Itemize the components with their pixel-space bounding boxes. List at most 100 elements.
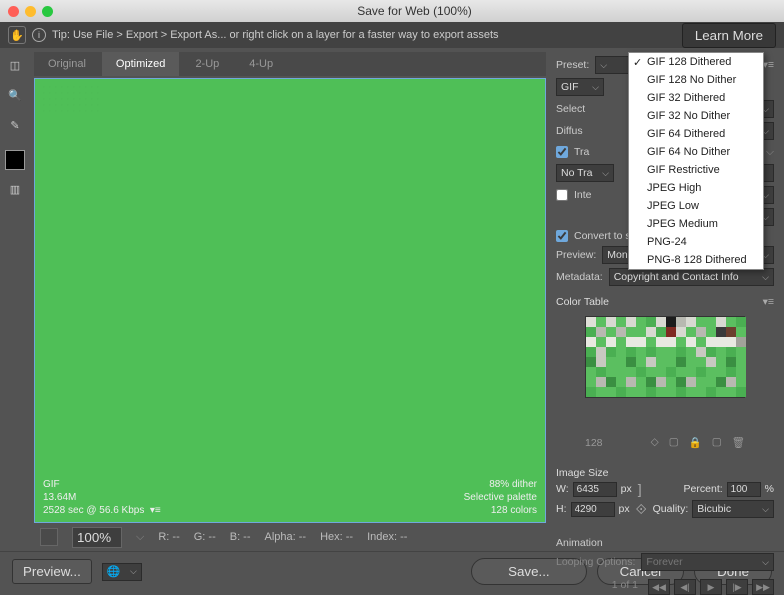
- color-swatch[interactable]: [696, 327, 706, 337]
- height-input[interactable]: [571, 502, 615, 517]
- preset-option[interactable]: GIF 32 Dithered: [629, 89, 763, 107]
- color-swatch[interactable]: [646, 377, 656, 387]
- color-swatch[interactable]: [616, 357, 626, 367]
- color-swatch[interactable]: [706, 327, 716, 337]
- ct-shift-icon[interactable]: ▢: [669, 436, 679, 449]
- color-swatch[interactable]: [706, 347, 716, 357]
- color-swatch[interactable]: [736, 357, 746, 367]
- color-swatch[interactable]: [636, 327, 646, 337]
- color-swatch[interactable]: [616, 317, 626, 327]
- color-swatch[interactable]: [626, 357, 636, 367]
- color-swatch[interactable]: [726, 357, 736, 367]
- color-swatch[interactable]: [666, 327, 676, 337]
- transparency-dither-select[interactable]: No Tra: [556, 164, 614, 182]
- quality-select[interactable]: Bicubic: [692, 500, 774, 518]
- preset-option[interactable]: JPEG Medium: [629, 215, 763, 233]
- color-swatch[interactable]: [736, 317, 746, 327]
- color-swatch[interactable]: [586, 377, 596, 387]
- color-swatch[interactable]: [646, 367, 656, 377]
- color-swatch[interactable]: [656, 387, 666, 397]
- close-window[interactable]: [8, 6, 19, 17]
- color-swatch[interactable]: [686, 377, 696, 387]
- color-swatch[interactable]: [676, 317, 686, 327]
- color-swatch[interactable]: [706, 317, 716, 327]
- color-swatch[interactable]: [606, 327, 616, 337]
- color-swatch[interactable]: [716, 357, 726, 367]
- tab-original[interactable]: Original: [34, 52, 100, 76]
- color-swatch[interactable]: [676, 367, 686, 377]
- browser-preview-select[interactable]: 🌐: [102, 563, 142, 581]
- color-swatch[interactable]: [646, 347, 656, 357]
- color-swatch[interactable]: [616, 337, 626, 347]
- transparency-checkbox[interactable]: [556, 146, 568, 158]
- color-swatch[interactable]: [636, 317, 646, 327]
- color-swatch[interactable]: [686, 337, 696, 347]
- color-swatch[interactable]: [646, 387, 656, 397]
- color-swatch[interactable]: [726, 367, 736, 377]
- color-swatch[interactable]: [666, 357, 676, 367]
- preset-option[interactable]: GIF Restrictive: [629, 161, 763, 179]
- color-swatch[interactable]: [616, 327, 626, 337]
- color-swatch[interactable]: [726, 377, 736, 387]
- color-swatch[interactable]: [626, 327, 636, 337]
- color-swatch[interactable]: [706, 337, 716, 347]
- color-swatch[interactable]: [626, 317, 636, 327]
- color-swatch[interactable]: [666, 317, 676, 327]
- color-swatch[interactable]: [706, 387, 716, 397]
- link-icon[interactable]: ⟐: [634, 501, 649, 518]
- percent-input[interactable]: [727, 482, 761, 497]
- color-swatch[interactable]: [726, 327, 736, 337]
- color-swatch[interactable]: [716, 377, 726, 387]
- color-table-grid[interactable]: [585, 316, 745, 398]
- color-swatch[interactable]: [656, 327, 666, 337]
- color-swatch[interactable]: [736, 347, 746, 357]
- preset-option[interactable]: JPEG Low: [629, 197, 763, 215]
- color-swatch[interactable]: [646, 317, 656, 327]
- color-swatch[interactable]: [656, 337, 666, 347]
- color-swatch[interactable]: [676, 357, 686, 367]
- color-swatch[interactable]: [646, 337, 656, 347]
- color-swatch[interactable]: [586, 337, 596, 347]
- color-swatch[interactable]: [716, 347, 726, 357]
- color-table-menu-icon[interactable]: ▾≡: [763, 296, 774, 308]
- color-swatch[interactable]: [706, 367, 716, 377]
- color-swatch[interactable]: [646, 327, 656, 337]
- interlaced-checkbox[interactable]: [556, 189, 568, 201]
- color-swatch[interactable]: [596, 367, 606, 377]
- color-swatch[interactable]: [686, 367, 696, 377]
- preview-menu-icon[interactable]: [40, 528, 58, 546]
- color-swatch[interactable]: [676, 387, 686, 397]
- color-swatch[interactable]: [586, 317, 596, 327]
- color-swatch[interactable]: [656, 377, 666, 387]
- color-swatch[interactable]: [636, 367, 646, 377]
- color-swatch[interactable]: [636, 337, 646, 347]
- color-swatch[interactable]: [726, 317, 736, 327]
- hand-tool-icon[interactable]: ✋: [8, 26, 26, 44]
- ct-map-icon[interactable]: ◇: [651, 436, 659, 449]
- color-swatch[interactable]: [686, 357, 696, 367]
- preset-option[interactable]: GIF 128 No Dither: [629, 71, 763, 89]
- color-swatch[interactable]: [686, 387, 696, 397]
- color-swatch[interactable]: [736, 367, 746, 377]
- color-swatch[interactable]: [696, 357, 706, 367]
- color-swatch[interactable]: [676, 377, 686, 387]
- convert-srgb-checkbox[interactable]: [556, 230, 568, 242]
- color-swatch[interactable]: [686, 327, 696, 337]
- color-swatch[interactable]: [626, 377, 636, 387]
- color-swatch[interactable]: [626, 337, 636, 347]
- color-swatch[interactable]: [696, 337, 706, 347]
- slice-visibility-icon[interactable]: ▥: [4, 178, 26, 200]
- color-swatch[interactable]: [666, 377, 676, 387]
- preset-dropdown[interactable]: GIF 128 DitheredGIF 128 No DitherGIF 32 …: [628, 52, 764, 270]
- color-swatch[interactable]: [586, 347, 596, 357]
- metadata-select[interactable]: Copyright and Contact Info: [609, 268, 774, 286]
- link-bracket-icon[interactable]: ]: [636, 481, 644, 497]
- color-swatch[interactable]: [606, 387, 616, 397]
- color-swatch[interactable]: [716, 317, 726, 327]
- color-swatch[interactable]: [736, 337, 746, 347]
- color-swatch[interactable]: [656, 347, 666, 357]
- maximize-window[interactable]: [42, 6, 53, 17]
- preset-option[interactable]: GIF 64 Dithered: [629, 125, 763, 143]
- color-swatch[interactable]: [676, 337, 686, 347]
- color-swatch[interactable]: [636, 387, 646, 397]
